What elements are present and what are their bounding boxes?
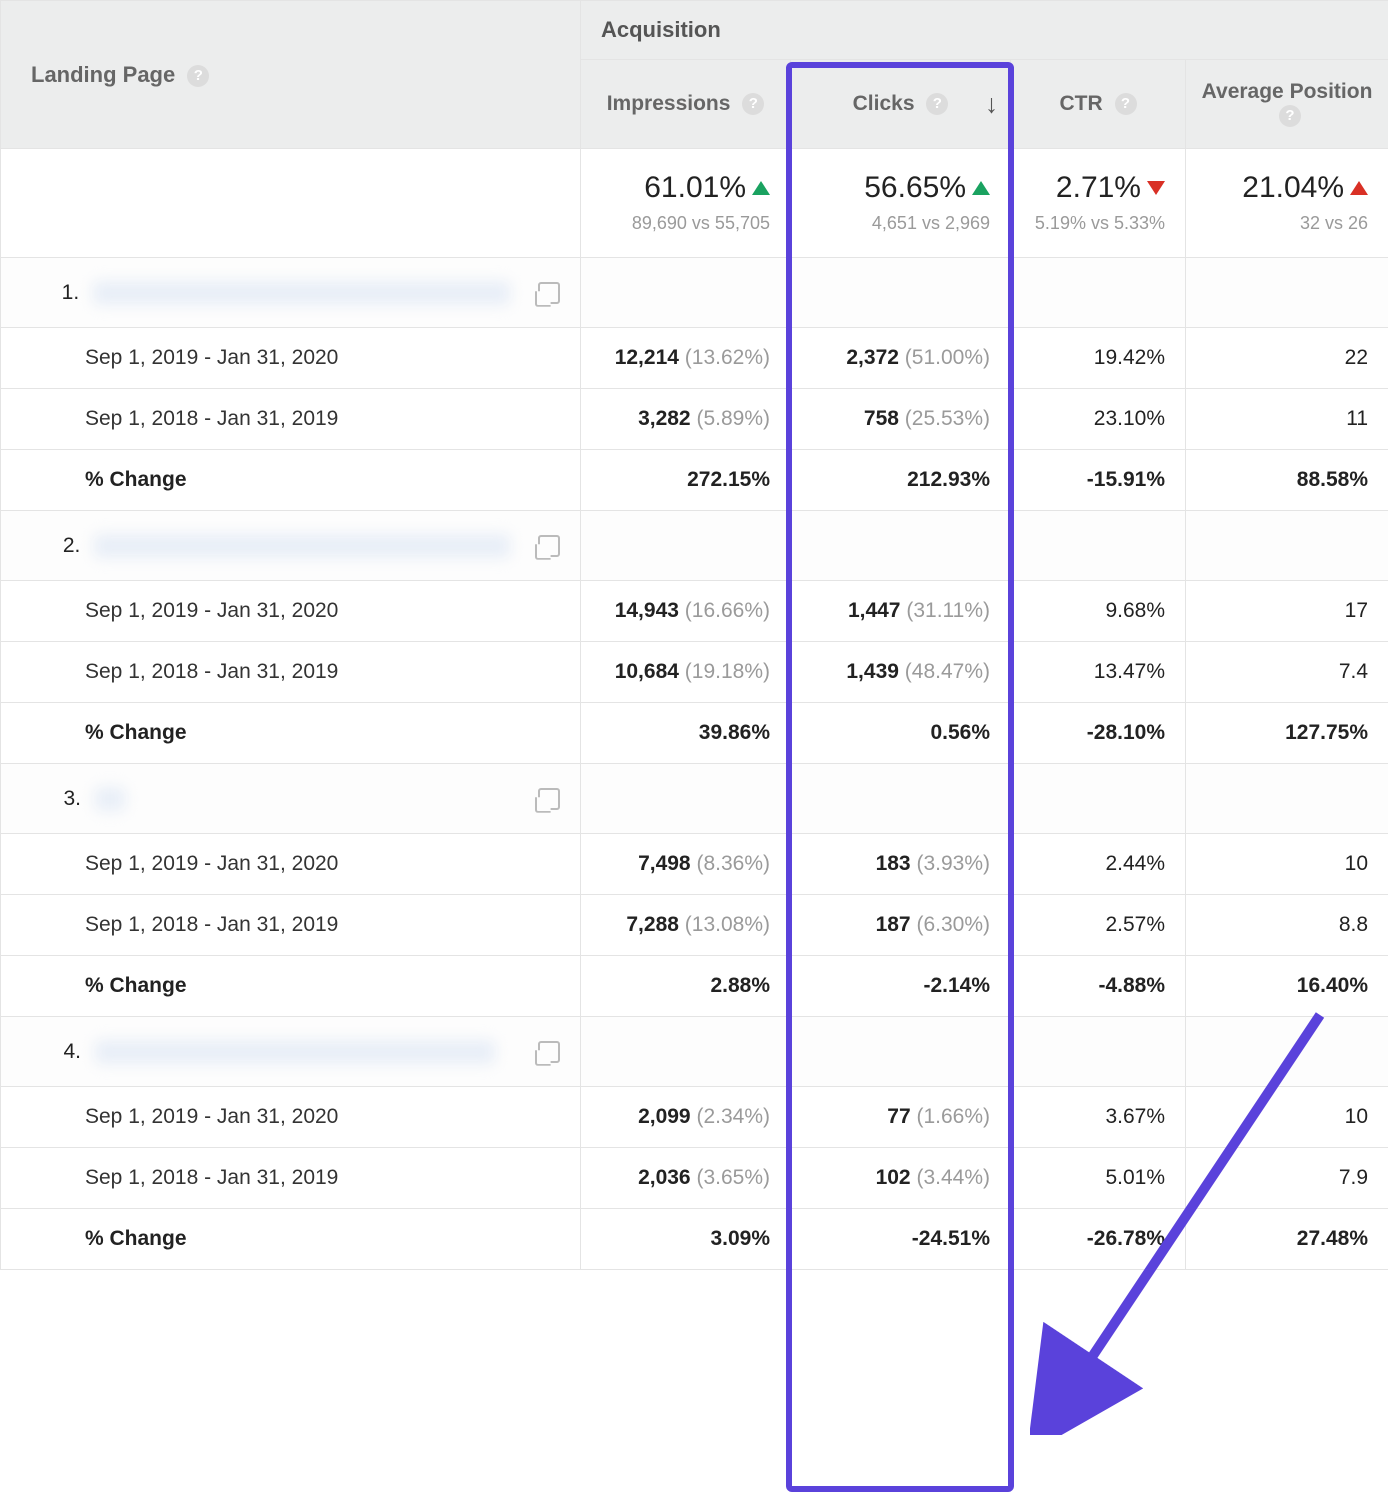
help-icon[interactable]: ? <box>1115 93 1137 115</box>
cell-clicks: 758 (25.53%) <box>791 389 1011 450</box>
cell-impressions-change: 272.15% <box>581 450 791 511</box>
cell-ctr: 19.42% <box>1011 328 1186 389</box>
help-icon[interactable]: ? <box>926 93 948 115</box>
total-position: 21.04% 32 vs 26 <box>1186 149 1388 258</box>
change-label: % Change <box>1 703 581 764</box>
sort-descending-icon: ↓ <box>985 89 998 120</box>
period-label: Sep 1, 2018 - Jan 31, 2019 <box>1 1148 581 1209</box>
landing-page-link[interactable] <box>95 1040 495 1064</box>
cell-position: 22 <box>1186 328 1388 389</box>
total-impressions: 61.01% 89,690 vs 55,705 <box>581 149 791 258</box>
cell-position: 17 <box>1186 581 1388 642</box>
cell-impressions-change: 2.88% <box>581 956 791 1017</box>
cell-ctr: 2.44% <box>1011 834 1186 895</box>
help-icon[interactable]: ? <box>1279 105 1301 127</box>
table-row: Sep 1, 2019 - Jan 31, 2020 14,943 (16.66… <box>1 581 1388 642</box>
header-clicks[interactable]: Clicks ? ↓ <box>791 60 1011 149</box>
header-avg-position[interactable]: Average Position ? <box>1186 60 1388 149</box>
trend-down-icon <box>1147 181 1165 195</box>
cell-clicks: 1,447 (31.11%) <box>791 581 1011 642</box>
cell-impressions: 12,214 (13.62%) <box>581 328 791 389</box>
header-landing-page-label: Landing Page <box>31 62 175 87</box>
table-row: Sep 1, 2018 - Jan 31, 2019 7,288 (13.08%… <box>1 895 1388 956</box>
external-link-icon[interactable] <box>538 788 560 810</box>
trend-up-icon <box>1350 181 1368 195</box>
row-index: 2. <box>21 534 80 558</box>
period-label: Sep 1, 2019 - Jan 31, 2020 <box>1 834 581 895</box>
header-impressions[interactable]: Impressions ? <box>581 60 791 149</box>
header-ctr[interactable]: CTR ? <box>1011 60 1186 149</box>
cell-position: 7.4 <box>1186 642 1388 703</box>
table-row-change: % Change 39.86% 0.56% -28.10% 127.75% <box>1 703 1388 764</box>
cell-impressions: 2,036 (3.65%) <box>581 1148 791 1209</box>
cell-ctr: 2.57% <box>1011 895 1186 956</box>
cell-impressions: 14,943 (16.66%) <box>581 581 791 642</box>
cell-clicks: 2,372 (51.00%) <box>791 328 1011 389</box>
change-label: % Change <box>1 1209 581 1270</box>
cell-clicks: 1,439 (48.47%) <box>791 642 1011 703</box>
cell-clicks: 102 (3.44%) <box>791 1148 1011 1209</box>
cell-position: 10 <box>1186 834 1388 895</box>
help-icon[interactable]: ? <box>742 93 764 115</box>
cell-impressions-change: 3.09% <box>581 1209 791 1270</box>
change-label: % Change <box>1 450 581 511</box>
cell-position-change: 88.58% <box>1186 450 1388 511</box>
period-label: Sep 1, 2018 - Jan 31, 2019 <box>1 895 581 956</box>
table-row: Sep 1, 2018 - Jan 31, 2019 10,684 (19.18… <box>1 642 1388 703</box>
table-row: Sep 1, 2018 - Jan 31, 2019 3,282 (5.89%)… <box>1 389 1388 450</box>
cell-clicks-change: 0.56% <box>791 703 1011 764</box>
row-index: 3. <box>21 787 81 811</box>
header-acquisition: Acquisition <box>581 1 1388 60</box>
total-clicks: 56.65% 4,651 vs 2,969 <box>791 149 1011 258</box>
cell-impressions: 2,099 (2.34%) <box>581 1087 791 1148</box>
cell-clicks: 183 (3.93%) <box>791 834 1011 895</box>
table-row-page: 3. <box>1 764 1388 834</box>
cell-ctr: 13.47% <box>1011 642 1186 703</box>
cell-impressions: 3,282 (5.89%) <box>581 389 791 450</box>
cell-ctr-change: -28.10% <box>1011 703 1186 764</box>
annotation-arrow-icon <box>1030 995 1350 1435</box>
header-landing-page[interactable]: Landing Page ? <box>1 1 581 149</box>
landing-page-link[interactable] <box>95 787 125 811</box>
report-table: Landing Page ? Acquisition Impressions ?… <box>0 0 1388 1270</box>
period-label: Sep 1, 2019 - Jan 31, 2020 <box>1 328 581 389</box>
change-label: % Change <box>1 956 581 1017</box>
cell-impressions-change: 39.86% <box>581 703 791 764</box>
trend-up-icon <box>972 181 990 195</box>
cell-clicks-change: -24.51% <box>791 1209 1011 1270</box>
row-index: 1. <box>21 281 79 305</box>
cell-clicks: 187 (6.30%) <box>791 895 1011 956</box>
total-ctr: 2.71% 5.19% vs 5.33% <box>1011 149 1186 258</box>
row-index: 4. <box>21 1040 81 1064</box>
cell-ctr-change: -15.91% <box>1011 450 1186 511</box>
cell-ctr: 9.68% <box>1011 581 1186 642</box>
external-link-icon[interactable] <box>538 535 560 557</box>
landing-page-link[interactable] <box>93 281 510 305</box>
cell-clicks: 77 (1.66%) <box>791 1087 1011 1148</box>
cell-clicks-change: 212.93% <box>791 450 1011 511</box>
table-row-page: 1. <box>1 258 1388 328</box>
period-label: Sep 1, 2018 - Jan 31, 2019 <box>1 389 581 450</box>
cell-impressions: 10,684 (19.18%) <box>581 642 791 703</box>
landing-page-link[interactable] <box>94 534 510 558</box>
cell-impressions: 7,288 (13.08%) <box>581 895 791 956</box>
table-row-page: 2. <box>1 511 1388 581</box>
table-row: Sep 1, 2019 - Jan 31, 2020 7,498 (8.36%)… <box>1 834 1388 895</box>
cell-position: 8.8 <box>1186 895 1388 956</box>
trend-up-icon <box>752 181 770 195</box>
cell-impressions: 7,498 (8.36%) <box>581 834 791 895</box>
cell-clicks-change: -2.14% <box>791 956 1011 1017</box>
totals-row: 61.01% 89,690 vs 55,705 56.65% 4,651 vs … <box>1 149 1388 258</box>
external-link-icon[interactable] <box>538 282 560 304</box>
period-label: Sep 1, 2019 - Jan 31, 2020 <box>1 581 581 642</box>
external-link-icon[interactable] <box>538 1041 560 1063</box>
period-label: Sep 1, 2018 - Jan 31, 2019 <box>1 642 581 703</box>
cell-position-change: 127.75% <box>1186 703 1388 764</box>
cell-ctr: 23.10% <box>1011 389 1186 450</box>
table-row-change: % Change 272.15% 212.93% -15.91% 88.58% <box>1 450 1388 511</box>
cell-position: 11 <box>1186 389 1388 450</box>
table-row: Sep 1, 2019 - Jan 31, 2020 12,214 (13.62… <box>1 328 1388 389</box>
help-icon[interactable]: ? <box>187 65 209 87</box>
period-label: Sep 1, 2019 - Jan 31, 2020 <box>1 1087 581 1148</box>
